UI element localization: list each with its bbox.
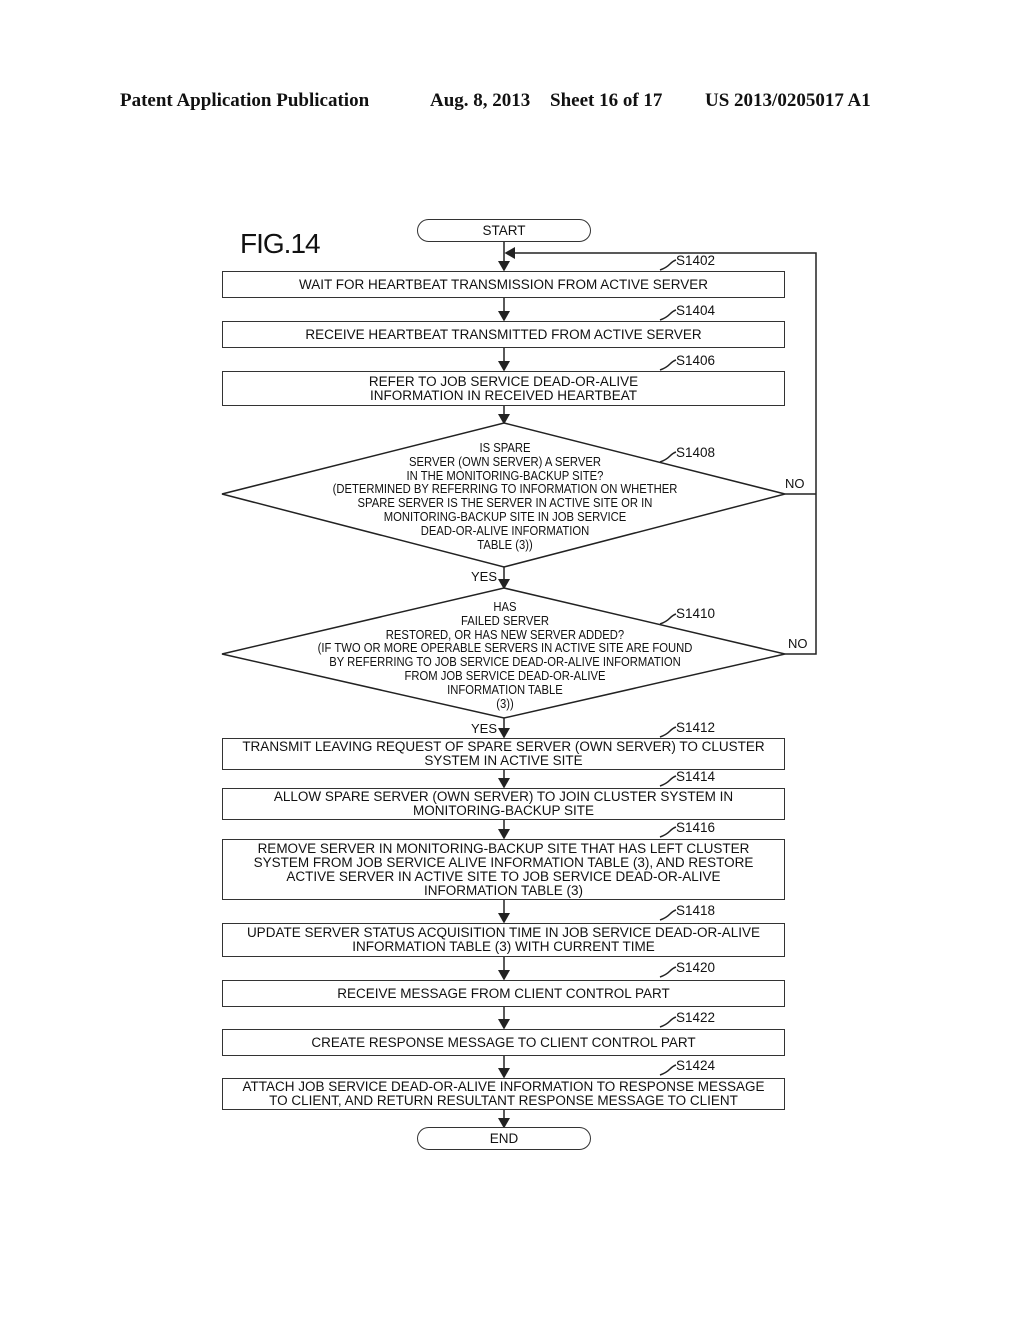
- step-id-s1420: S1420: [676, 960, 716, 975]
- step-tick-s1404: [659, 309, 677, 321]
- start-terminal: START: [417, 219, 591, 242]
- decision-s1408-text: IS SPARE SERVER (OWN SERVER) A SERVER IN…: [332, 441, 678, 552]
- step-id-s1402: S1402: [676, 253, 716, 268]
- step-id-s1404: S1404: [676, 303, 716, 318]
- step-id-s1406: S1406: [676, 353, 716, 368]
- step-tick-s1406: [659, 359, 677, 371]
- branch-yes-s1410: YES: [471, 721, 498, 736]
- step-id-s1412: S1412: [676, 720, 716, 735]
- process-s1418: UPDATE SERVER STATUS ACQUISITION TIME IN…: [222, 923, 785, 957]
- process-s1414: ALLOW SPARE SERVER (OWN SERVER) TO JOIN …: [222, 788, 785, 820]
- process-s1412: TRANSMIT LEAVING REQUEST OF SPARE SERVER…: [222, 738, 785, 770]
- end-terminal: END: [417, 1127, 591, 1150]
- step-id-s1416: S1416: [676, 820, 716, 835]
- process-s1406: REFER TO JOB SERVICE DEAD-OR-ALIVE INFOR…: [222, 371, 785, 406]
- process-s1416: REMOVE SERVER IN MONITORING-BACKUP SITE …: [222, 839, 785, 900]
- step-tick-s1402: [659, 259, 677, 271]
- step-tick-s1414: [659, 775, 677, 787]
- step-tick-s1420: [659, 966, 677, 978]
- process-s1420: RECEIVE MESSAGE FROM CLIENT CONTROL PART: [222, 980, 785, 1007]
- process-s1422: CREATE RESPONSE MESSAGE TO CLIENT CONTRO…: [222, 1029, 785, 1056]
- process-s1402: WAIT FOR HEARTBEAT TRANSMISSION FROM ACT…: [222, 271, 785, 298]
- step-tick-s1412: [659, 726, 677, 738]
- branch-no-s1408: NO: [785, 476, 805, 491]
- step-tick-s1418: [659, 909, 677, 921]
- decision-s1410-text: HAS FAILED SERVER RESTORED, OR HAS NEW S…: [317, 600, 693, 711]
- branch-no-s1410: NO: [788, 636, 808, 651]
- step-id-s1422: S1422: [676, 1010, 716, 1025]
- step-tick-s1416: [659, 826, 677, 838]
- step-tick-s1424: [659, 1064, 677, 1076]
- step-id-s1414: S1414: [676, 769, 716, 784]
- process-s1404: RECEIVE HEARTBEAT TRANSMITTED FROM ACTIV…: [222, 321, 785, 348]
- step-id-s1418: S1418: [676, 903, 716, 918]
- branch-yes-s1408: YES: [471, 569, 498, 584]
- process-s1424: ATTACH JOB SERVICE DEAD-OR-ALIVE INFORMA…: [222, 1078, 785, 1110]
- step-id-s1424: S1424: [676, 1058, 716, 1073]
- step-tick-s1422: [659, 1016, 677, 1028]
